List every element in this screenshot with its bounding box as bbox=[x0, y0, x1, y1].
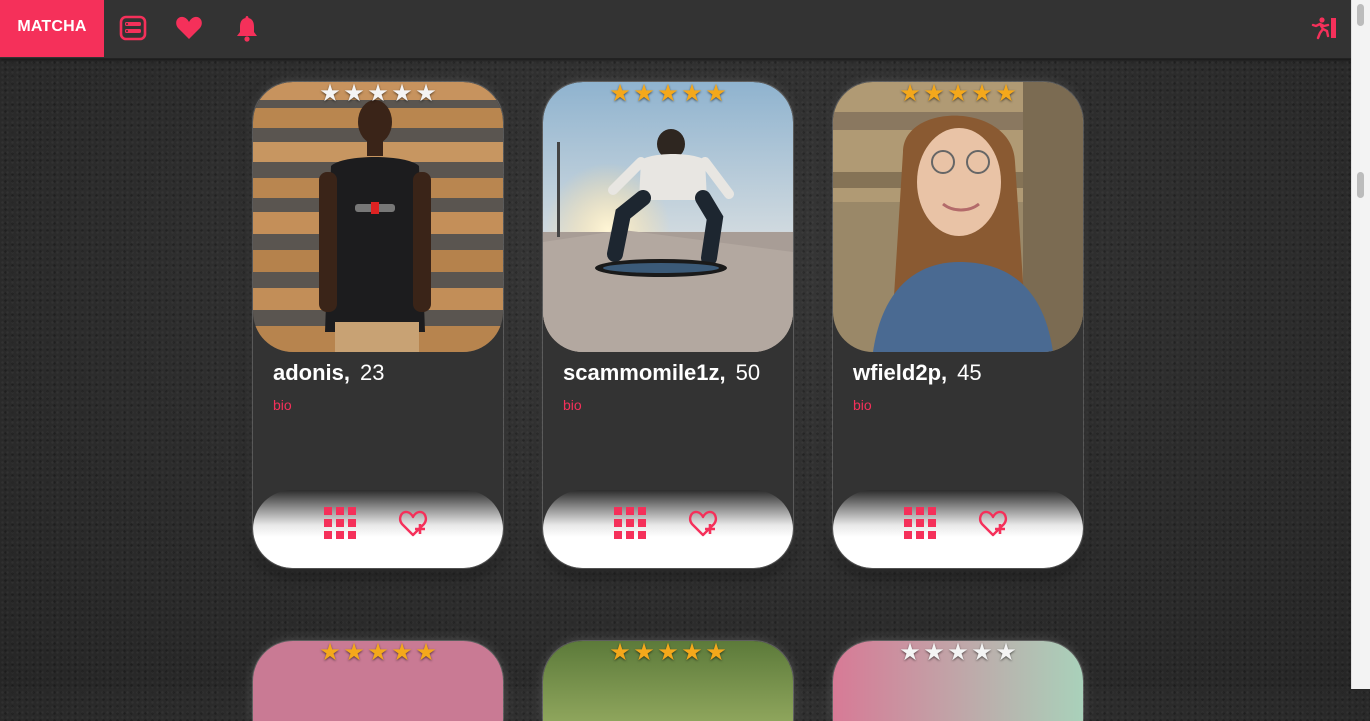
star-icon[interactable]: ★ bbox=[414, 82, 438, 106]
rating-stars: ★ ★ ★ ★ ★ bbox=[253, 641, 503, 665]
star-icon[interactable]: ★ bbox=[318, 641, 342, 665]
profile-card-icon[interactable] bbox=[118, 13, 148, 43]
star-icon[interactable]: ★ bbox=[390, 641, 414, 665]
bell-icon[interactable] bbox=[232, 13, 262, 43]
profile-photo[interactable] bbox=[543, 82, 793, 352]
profile-bio: bio bbox=[273, 397, 292, 413]
star-icon[interactable]: ★ bbox=[922, 641, 946, 665]
profile-bio: bio bbox=[563, 397, 582, 413]
star-icon[interactable]: ★ bbox=[318, 82, 342, 106]
grid-icon[interactable] bbox=[324, 507, 356, 539]
star-icon[interactable]: ★ bbox=[704, 641, 728, 665]
heart-plus-icon[interactable] bbox=[688, 507, 720, 539]
star-icon[interactable]: ★ bbox=[970, 641, 994, 665]
profile-photo[interactable] bbox=[253, 82, 503, 352]
profile-card[interactable]: ★ ★ ★ ★ ★ bbox=[253, 641, 503, 721]
star-icon[interactable]: ★ bbox=[656, 641, 680, 665]
profile-card[interactable]: ★ ★ ★ ★ ★ bbox=[833, 641, 1083, 721]
profile-heading: adonis, 23 bbox=[273, 360, 385, 386]
brand-logo[interactable]: MATCHA bbox=[0, 0, 104, 57]
heart-plus-icon[interactable] bbox=[978, 507, 1010, 539]
star-icon[interactable]: ★ bbox=[342, 82, 366, 106]
star-icon[interactable]: ★ bbox=[970, 82, 994, 106]
scrollbar-thumb[interactable] bbox=[1357, 172, 1364, 198]
card-actions bbox=[543, 490, 793, 568]
star-icon[interactable]: ★ bbox=[366, 82, 390, 106]
rating-stars: ★ ★ ★ ★ ★ bbox=[543, 641, 793, 665]
star-icon[interactable]: ★ bbox=[994, 82, 1018, 106]
profile-card[interactable]: ★ ★ ★ ★ ★ wfield2p, 45 bio bbox=[833, 82, 1083, 568]
star-icon[interactable]: ★ bbox=[608, 82, 632, 106]
top-navbar: MATCHA bbox=[0, 0, 1352, 59]
heart-icon[interactable] bbox=[174, 13, 204, 43]
star-icon[interactable]: ★ bbox=[342, 641, 366, 665]
profile-name: adonis, bbox=[273, 360, 351, 385]
heart-plus-icon[interactable] bbox=[398, 507, 430, 539]
star-icon[interactable]: ★ bbox=[608, 641, 632, 665]
card-actions bbox=[833, 490, 1083, 568]
profile-card[interactable]: ★ ★ ★ ★ ★ bbox=[543, 641, 793, 721]
grid-icon[interactable] bbox=[904, 507, 936, 539]
rating-stars: ★ ★ ★ ★ ★ bbox=[833, 82, 1083, 106]
star-icon[interactable]: ★ bbox=[704, 82, 728, 106]
rating-stars: ★ ★ ★ ★ ★ bbox=[253, 82, 503, 106]
profile-name: scammomile1z, bbox=[563, 360, 726, 385]
profile-card[interactable]: ★ ★ ★ ★ ★ adonis, 23 bio bbox=[253, 82, 503, 568]
logout-runner-icon[interactable] bbox=[1308, 13, 1338, 43]
star-icon[interactable]: ★ bbox=[946, 82, 970, 106]
profile-age: 23 bbox=[360, 360, 385, 385]
star-icon[interactable]: ★ bbox=[680, 641, 704, 665]
grid-icon[interactable] bbox=[614, 507, 646, 539]
star-icon[interactable]: ★ bbox=[922, 82, 946, 106]
rating-stars: ★ ★ ★ ★ ★ bbox=[543, 82, 793, 106]
profile-bio: bio bbox=[853, 397, 872, 413]
star-icon[interactable]: ★ bbox=[366, 641, 390, 665]
profile-heading: scammomile1z, 50 bbox=[563, 360, 760, 386]
star-icon[interactable]: ★ bbox=[946, 641, 970, 665]
profile-card[interactable]: ★ ★ ★ ★ ★ scammomile1z, 50 bio bbox=[543, 82, 793, 568]
star-icon[interactable]: ★ bbox=[632, 82, 656, 106]
star-icon[interactable]: ★ bbox=[994, 641, 1018, 665]
profile-name: wfield2p, bbox=[853, 360, 948, 385]
profile-age: 45 bbox=[957, 360, 982, 385]
card-actions bbox=[253, 490, 503, 568]
profile-heading: wfield2p, 45 bbox=[853, 360, 982, 386]
star-icon[interactable]: ★ bbox=[898, 82, 922, 106]
star-icon[interactable]: ★ bbox=[632, 641, 656, 665]
profile-age: 50 bbox=[735, 360, 761, 385]
star-icon[interactable]: ★ bbox=[414, 641, 438, 665]
page-scrollbar[interactable] bbox=[1351, 0, 1370, 689]
profile-photo[interactable] bbox=[833, 82, 1083, 352]
star-icon[interactable]: ★ bbox=[656, 82, 680, 106]
star-icon[interactable]: ★ bbox=[390, 82, 414, 106]
rating-stars: ★ ★ ★ ★ ★ bbox=[833, 641, 1083, 665]
scrollbar-thumb[interactable] bbox=[1357, 4, 1364, 26]
star-icon[interactable]: ★ bbox=[680, 82, 704, 106]
star-icon[interactable]: ★ bbox=[898, 641, 922, 665]
